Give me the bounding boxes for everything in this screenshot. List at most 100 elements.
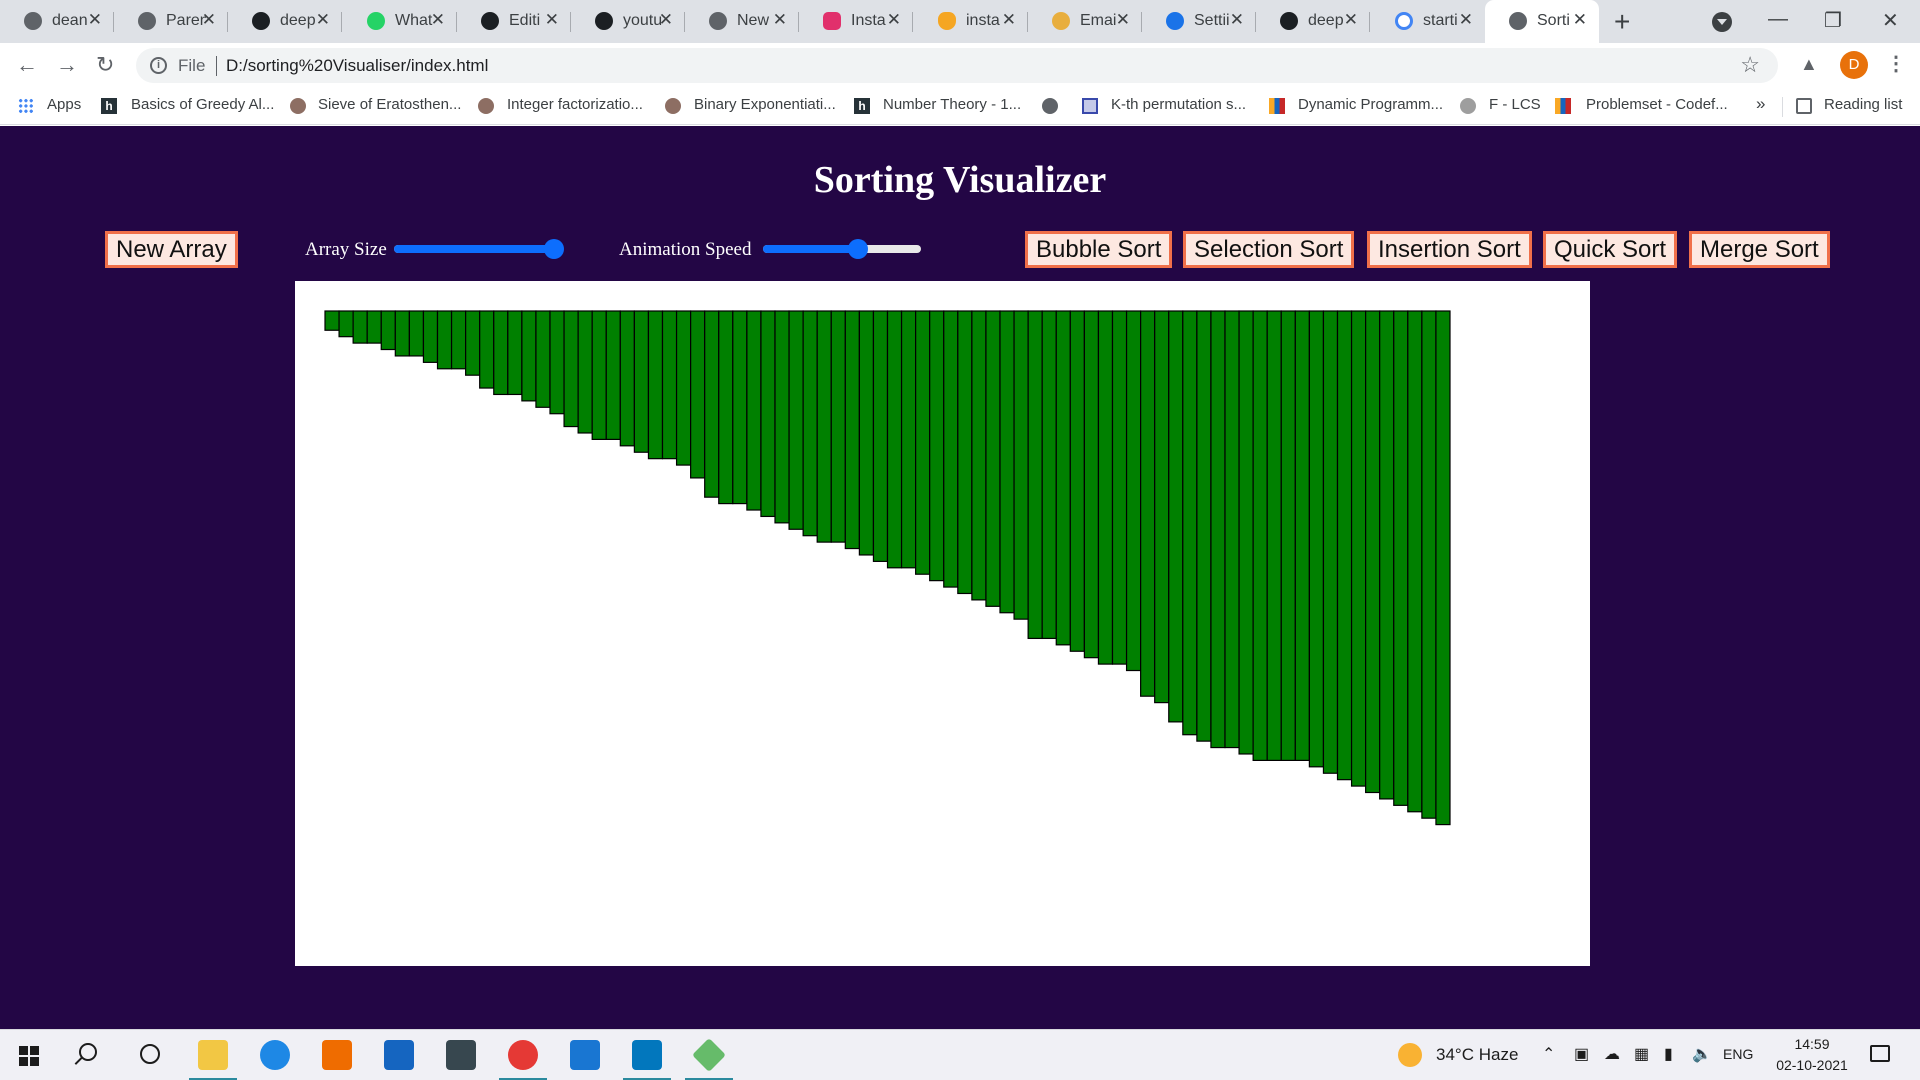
browser-tab[interactable]: What ✕	[343, 0, 457, 43]
restore-icon[interactable]: ❐	[1824, 8, 1842, 33]
sublime-text-icon[interactable]	[322, 1040, 352, 1070]
bookmark-label[interactable]: Apps	[47, 96, 81, 113]
bookmark-star-icon[interactable]: ☆	[1740, 52, 1760, 78]
menu-icon[interactable]: ⋮	[1886, 51, 1906, 76]
browser-tab[interactable]: Insta ✕	[799, 0, 913, 43]
bookmarks-overflow-button[interactable]: »	[1756, 94, 1765, 114]
bookmark-label[interactable]: F - LCS	[1489, 96, 1541, 113]
browser-tab[interactable]: Sorti ✕	[1485, 0, 1599, 43]
codeforces-icon[interactable]	[1555, 98, 1571, 114]
browser-tab[interactable]: Emai ✕	[1028, 0, 1142, 43]
bookmark-label[interactable]: Problemset - Codef...	[1586, 96, 1728, 113]
search-icon[interactable]	[79, 1043, 97, 1061]
browser-tab[interactable]: insta ✕	[914, 0, 1028, 43]
bookmark-label[interactable]: K-th permutation s...	[1111, 96, 1246, 113]
minimize-icon[interactable]: —	[1768, 8, 1788, 31]
atcoder-icon[interactable]	[1460, 98, 1476, 114]
new-tab-button[interactable]: +	[1614, 6, 1630, 38]
browser-tab[interactable]: dean ✕	[0, 0, 114, 43]
tab-search-icon[interactable]	[1712, 12, 1732, 32]
bookmark-label[interactable]: Number Theory - 1...	[883, 96, 1021, 113]
hackerearth-icon[interactable]: h	[101, 98, 117, 114]
windows-start-icon[interactable]	[19, 1046, 39, 1066]
network-icon[interactable]: ▦	[1634, 1044, 1649, 1064]
url-text[interactable]: D:/sorting%20Visualiser/index.html	[226, 56, 488, 76]
tab-close-icon[interactable]: ✕	[1344, 10, 1358, 30]
tab-close-icon[interactable]: ✕	[1573, 10, 1587, 30]
new-array-button[interactable]: New Array	[105, 231, 238, 268]
close-window-icon[interactable]: ✕	[1882, 8, 1899, 33]
mail-icon[interactable]	[384, 1040, 414, 1070]
bookmark-label[interactable]: Sieve of Eratosthen...	[318, 96, 461, 113]
browser-tab[interactable]: youtu ✕	[571, 0, 685, 43]
notifications-icon[interactable]	[1870, 1045, 1890, 1062]
bookmark-label[interactable]: Basics of Greedy Al...	[131, 96, 274, 113]
photos-icon[interactable]	[632, 1040, 662, 1070]
reading-list-label[interactable]: Reading list	[1824, 96, 1902, 113]
globe-icon[interactable]	[1042, 98, 1058, 114]
browser-tab[interactable]: deep ✕	[1256, 0, 1370, 43]
battery-icon[interactable]: ▮	[1664, 1044, 1673, 1064]
quick-sort-button[interactable]: Quick Sort	[1543, 231, 1678, 268]
cortana-icon[interactable]	[140, 1044, 160, 1064]
browser-tab[interactable]: Editi ✕	[457, 0, 571, 43]
weather-icon[interactable]	[1398, 1043, 1422, 1067]
address-bar[interactable]: i File D:/sorting%20Visualiser/index.htm…	[136, 48, 1778, 83]
whiteboard-icon[interactable]	[570, 1040, 600, 1070]
forward-icon[interactable]: →	[56, 52, 78, 78]
tab-close-icon[interactable]: ✕	[773, 10, 787, 30]
show-hidden-icons-icon[interactable]: ⌃	[1542, 1044, 1555, 1064]
selection-sort-button[interactable]: Selection Sort	[1183, 231, 1355, 268]
browser-tab[interactable]: deep ✕	[228, 0, 342, 43]
back-icon[interactable]: ←	[16, 52, 38, 78]
tab-close-icon[interactable]: ✕	[887, 10, 901, 30]
owl-icon[interactable]	[290, 98, 306, 114]
git-icon[interactable]	[692, 1038, 726, 1072]
meet-now-icon[interactable]: ▣	[1574, 1044, 1589, 1064]
hackerearth-icon[interactable]: h	[854, 98, 870, 114]
reading-list-icon[interactable]	[1796, 98, 1812, 114]
store-icon[interactable]	[446, 1040, 476, 1070]
animation-speed-slider-thumb[interactable]	[847, 239, 868, 259]
clock-time[interactable]: 14:59	[1774, 1036, 1850, 1052]
language-indicator[interactable]: ENG	[1723, 1046, 1753, 1062]
tab-close-icon[interactable]: ✕	[545, 10, 559, 30]
tab-close-icon[interactable]: ✕	[316, 10, 330, 30]
tab-close-icon[interactable]: ✕	[659, 10, 673, 30]
browser-tab[interactable]: starti ✕	[1371, 0, 1485, 43]
tab-close-icon[interactable]: ✕	[1459, 10, 1473, 30]
apps-grid-icon[interactable]	[18, 98, 34, 114]
profile-avatar[interactable]: D	[1840, 51, 1868, 79]
browser-tab[interactable]: Settii ✕	[1142, 0, 1256, 43]
owl-icon[interactable]	[665, 98, 681, 114]
file-explorer-icon[interactable]	[198, 1040, 228, 1070]
grid-icon[interactable]	[1082, 98, 1098, 114]
bubble-sort-button[interactable]: Bubble Sort	[1025, 231, 1173, 268]
codeforces-icon[interactable]	[1269, 98, 1285, 114]
bookmark-label[interactable]: Binary Exponentiati...	[694, 96, 836, 113]
array-size-slider[interactable]	[394, 239, 564, 259]
edge-icon[interactable]	[260, 1040, 290, 1070]
clock-date[interactable]: 02-10-2021	[1766, 1057, 1858, 1073]
reload-icon[interactable]: ↻	[96, 52, 114, 78]
bookmark-label[interactable]: Integer factorizatio...	[507, 96, 643, 113]
bookmark-label[interactable]: Dynamic Programm...	[1298, 96, 1443, 113]
chrome-icon[interactable]	[508, 1040, 538, 1070]
weather-text[interactable]: 34°C Haze	[1436, 1045, 1518, 1065]
volume-muted-icon[interactable]: 🔈	[1692, 1044, 1712, 1064]
browser-tab[interactable]: New ✕	[685, 0, 799, 43]
tab-close-icon[interactable]: ✕	[202, 10, 216, 30]
owl-icon[interactable]	[478, 98, 494, 114]
tab-close-icon[interactable]: ✕	[88, 10, 102, 30]
insertion-sort-button[interactable]: Insertion Sort	[1367, 231, 1532, 268]
animation-speed-slider[interactable]	[763, 239, 921, 259]
info-icon[interactable]: i	[150, 57, 167, 74]
merge-sort-button[interactable]: Merge Sort	[1689, 231, 1830, 268]
tab-close-icon[interactable]: ✕	[1116, 10, 1130, 30]
tab-close-icon[interactable]: ✕	[1230, 10, 1244, 30]
tab-close-icon[interactable]: ✕	[1002, 10, 1016, 30]
tab-close-icon[interactable]: ✕	[431, 10, 445, 30]
array-size-slider-thumb[interactable]	[544, 239, 564, 259]
onedrive-icon[interactable]: ☁	[1604, 1044, 1620, 1064]
extensions-icon[interactable]: ▲	[1800, 54, 1818, 75]
